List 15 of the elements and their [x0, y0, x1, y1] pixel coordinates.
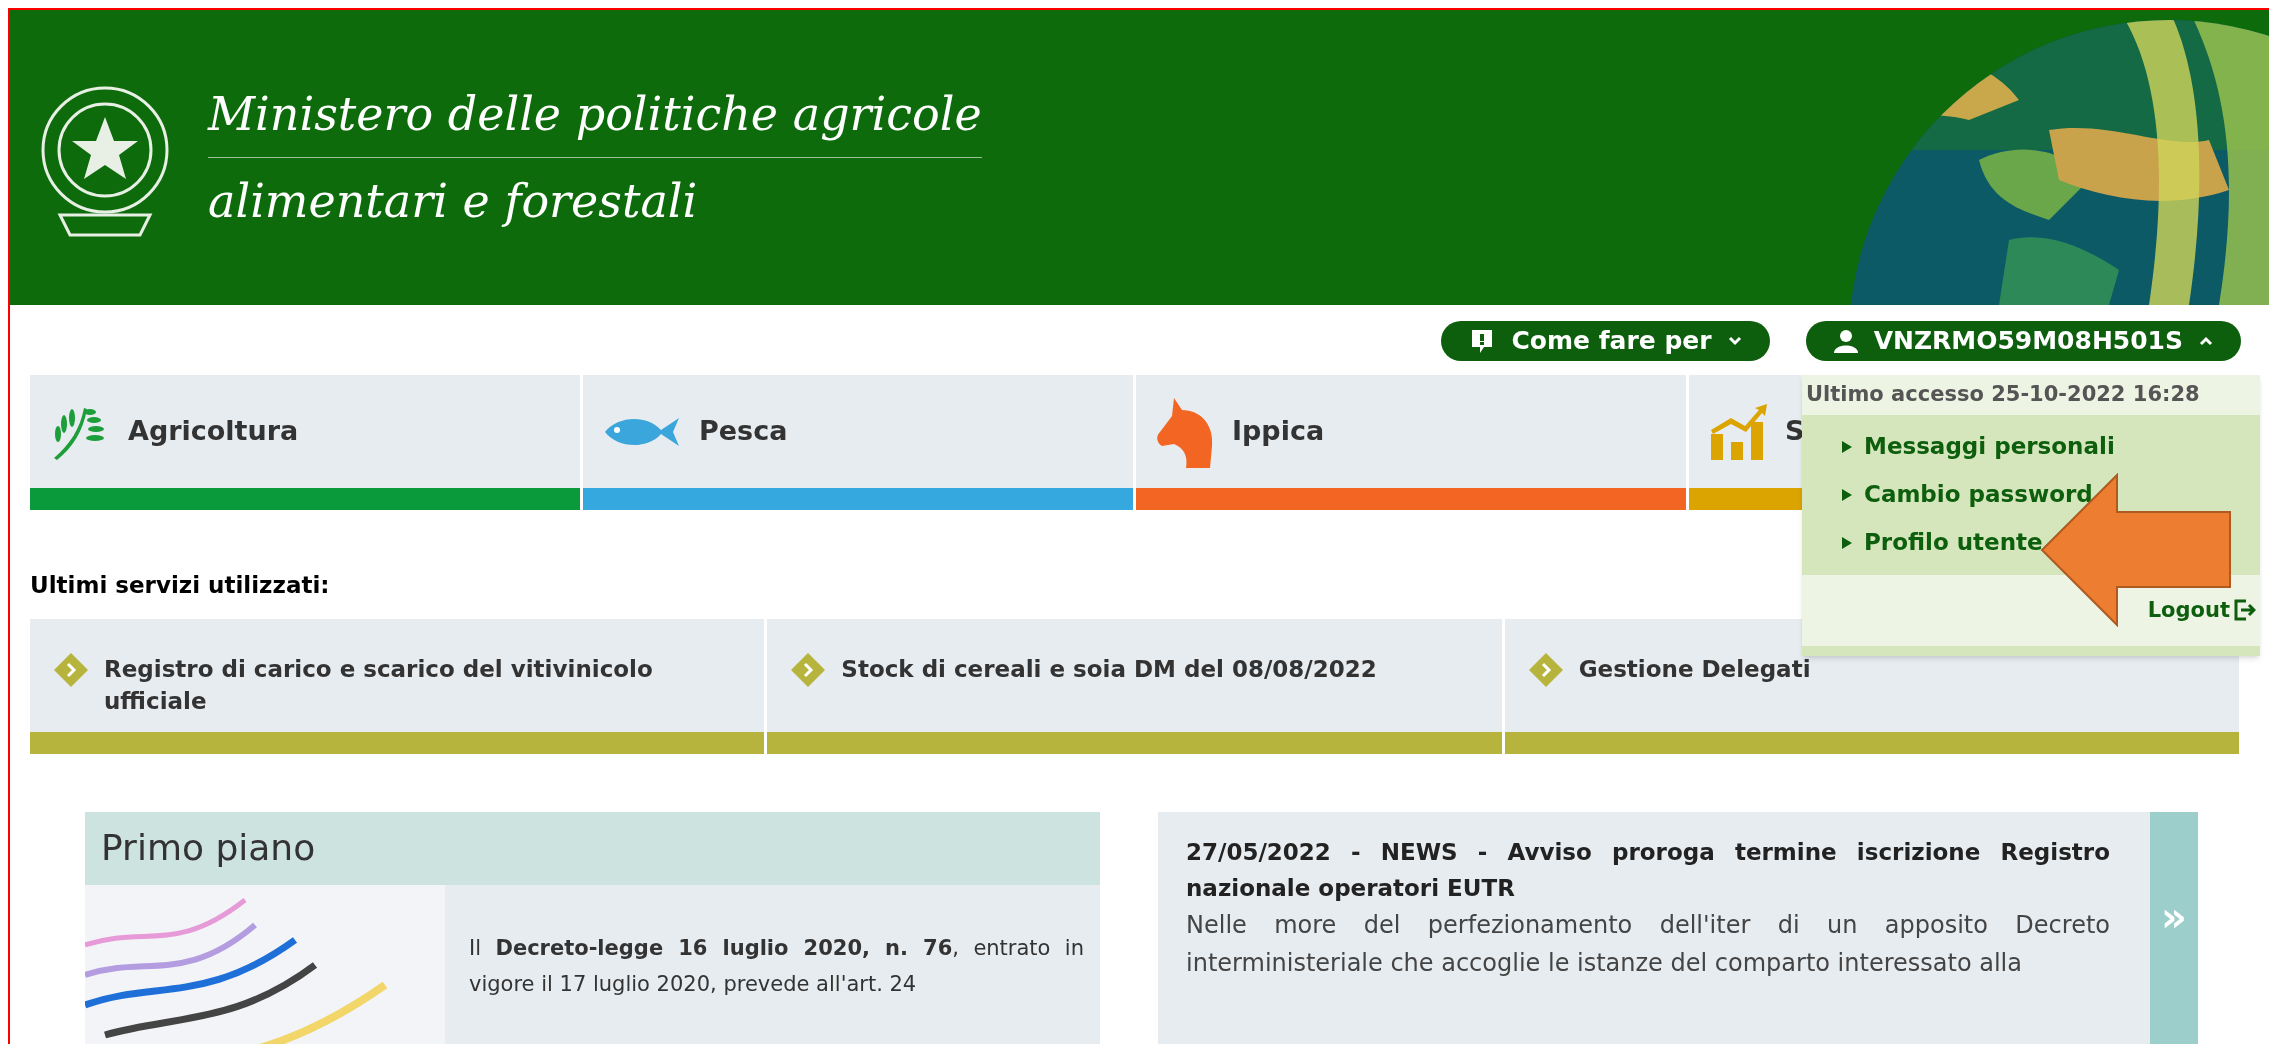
- category-label: S: [1785, 414, 1805, 449]
- news-text: Nelle more del perfezionamento dell'iter di un apposito Decreto interministeriale che accoglie le istanze del comparto interessato alla: [1186, 909, 2110, 979]
- service-label: Registro di carico e scarico del vitivinicolo ufficiale: [104, 654, 654, 716]
- category-label: Ippica: [1232, 414, 1325, 449]
- category-label: Pesca: [699, 414, 788, 449]
- category-label: Agricoltura: [128, 414, 299, 449]
- ministry-title: alimentari e forestali: [208, 173, 699, 230]
- news-title: 27/05/2022 - NEWS - Avviso proroga termine iscrizione Registro nazionale operatori EUTR: [1186, 837, 2110, 903]
- ministry-title: Ministero delle politiche agricole: [208, 79, 982, 158]
- panel-title: Primo piano: [101, 826, 316, 870]
- service-label: Stock di cereali e soia DM del 08/08/2022: [841, 654, 1377, 684]
- primo-piano-text: Il Decreto-legge 16 luglio 2020, n. 76, entrato in vigore il 17 luglio 2020, prevede all'art. 24: [468, 934, 1085, 998]
- section-heading: Ultimi servizi utilizzati:: [29, 571, 331, 600]
- service-label: Gestione Delegati: [1578, 654, 1811, 684]
- last-access-text: Ultimo accesso 25-10-2022 16:28: [1805, 381, 2201, 408]
